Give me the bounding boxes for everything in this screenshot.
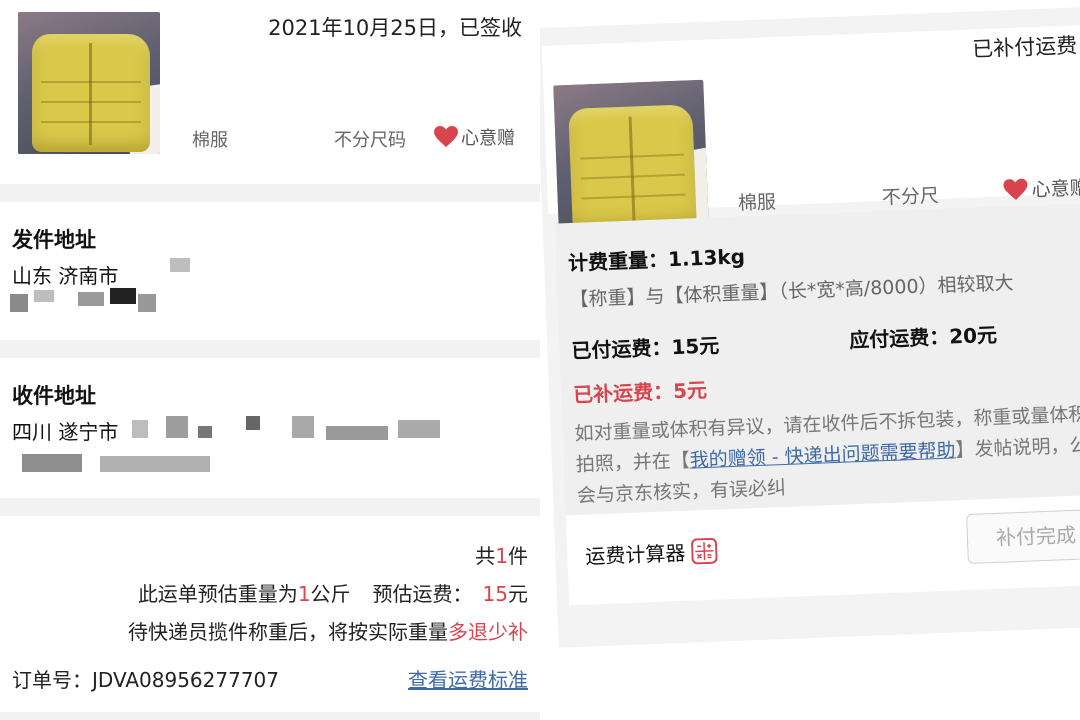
view-fee-standard-link[interactable]: 查看运费标准 <box>408 664 528 693</box>
redacted-text <box>10 294 28 312</box>
item-name: 棉服 <box>192 130 228 151</box>
redacted-text <box>326 426 388 440</box>
weight-formula: 【称重】与【体积重量】（长*宽*高/8000）相较取大 <box>569 272 1014 312</box>
dispute-note: 如对重量或体积有异议，请在收件后不拆包装，称重或量体积、拍照，并在【我的赠领 -… <box>574 402 1080 507</box>
product-thumbnail[interactable] <box>553 79 709 234</box>
redacted-text <box>34 290 54 302</box>
redacted-text <box>292 416 314 438</box>
order-number: 订单号：JDVA08956277707 <box>12 668 280 692</box>
receiver-city: 四川 遂宁市 <box>12 420 119 444</box>
supplement-fee-screen: 已补付运费 棉服 不分尺 心意赠 计费重量：1.13kg 【称重】与【体积重量】… <box>540 6 1080 648</box>
redacted-text <box>110 288 136 304</box>
delivery-date-status: 2021年10月25日，已签收 <box>268 16 522 40</box>
billing-weight: 计费重量：1.13kg <box>567 244 746 276</box>
supplement-fee: 已补运费：5元 <box>572 377 708 408</box>
sender-address-card: 发件地址 山东 济南市 <box>0 202 540 340</box>
sender-address-title: 发件地址 <box>12 228 96 252</box>
redacted-text <box>246 416 260 430</box>
receiver-address-card: 收件地址 四川 遂宁市 <box>0 358 540 498</box>
gift-label: 心意赠 <box>461 128 515 149</box>
left-panel: 2021年10月25日，已签收 棉服 不分尺码 心意赠 发件地址 山东 济南市 … <box>0 0 540 720</box>
redacted-text <box>22 454 82 472</box>
redacted-text <box>398 420 440 438</box>
order-item-card[interactable]: 已补付运费 棉服 不分尺 心意赠 <box>541 24 1080 234</box>
gift-label: 心意赠 <box>1031 177 1080 202</box>
redacted-text <box>166 416 188 438</box>
redacted-text <box>78 292 104 306</box>
redacted-text <box>170 258 190 272</box>
right-panel: 已补付运费 棉服 不分尺 心意赠 计费重量：1.13kg 【称重】与【体积重量】… <box>540 0 1080 720</box>
calculator-label: 运费计算器 <box>584 540 686 569</box>
heart-icon <box>434 126 458 147</box>
item-size: 不分尺码 <box>334 130 406 151</box>
redacted-text <box>198 426 212 438</box>
weight-adjust-rule: 待快递员揽件称重后，将按实际重量多退少补 <box>128 620 528 644</box>
redacted-text <box>138 294 156 312</box>
item-count: 共1件 <box>475 544 528 568</box>
gift-badge: 心意赠 <box>1003 173 1080 203</box>
shipping-summary-card: 共1件 此运单预估重量为1公斤 预估运费： 15元 待快递员揽件称重后，将按实际重量… <box>0 516 540 712</box>
estimated-weight-fee: 此运单预估重量为1公斤 预估运费： 15元 <box>137 582 528 606</box>
order-item-card[interactable]: 2021年10月25日，已签收 棉服 不分尺码 心意赠 <box>0 0 540 184</box>
calculator-icon <box>690 537 718 564</box>
paid-fee: 已付运费：15元 <box>571 333 720 364</box>
heart-icon <box>1003 178 1028 200</box>
payment-status: 已补付运费 <box>971 33 1078 62</box>
help-post-link[interactable]: 我的赠领 - 快递出问题需要帮助 <box>689 439 956 471</box>
due-fee: 应付运费：20元 <box>848 322 998 353</box>
item-name: 棉服 <box>737 191 777 215</box>
redacted-text <box>100 456 210 472</box>
receiver-address-title: 收件地址 <box>12 384 96 408</box>
gift-badge: 心意赠 <box>434 124 515 150</box>
redacted-text <box>132 420 148 438</box>
fee-calculator-button[interactable]: 运费计算器 <box>585 536 718 570</box>
sender-city: 山东 济南市 <box>12 264 119 288</box>
item-size: 不分尺 <box>881 184 940 210</box>
fee-detail-box: 计费重量：1.13kg 【称重】与【体积重量】（长*宽*高/8000）相较取大 … <box>554 202 1080 516</box>
supplement-done-button[interactable]: 补付完成 <box>966 507 1080 564</box>
product-thumbnail[interactable] <box>18 12 160 154</box>
